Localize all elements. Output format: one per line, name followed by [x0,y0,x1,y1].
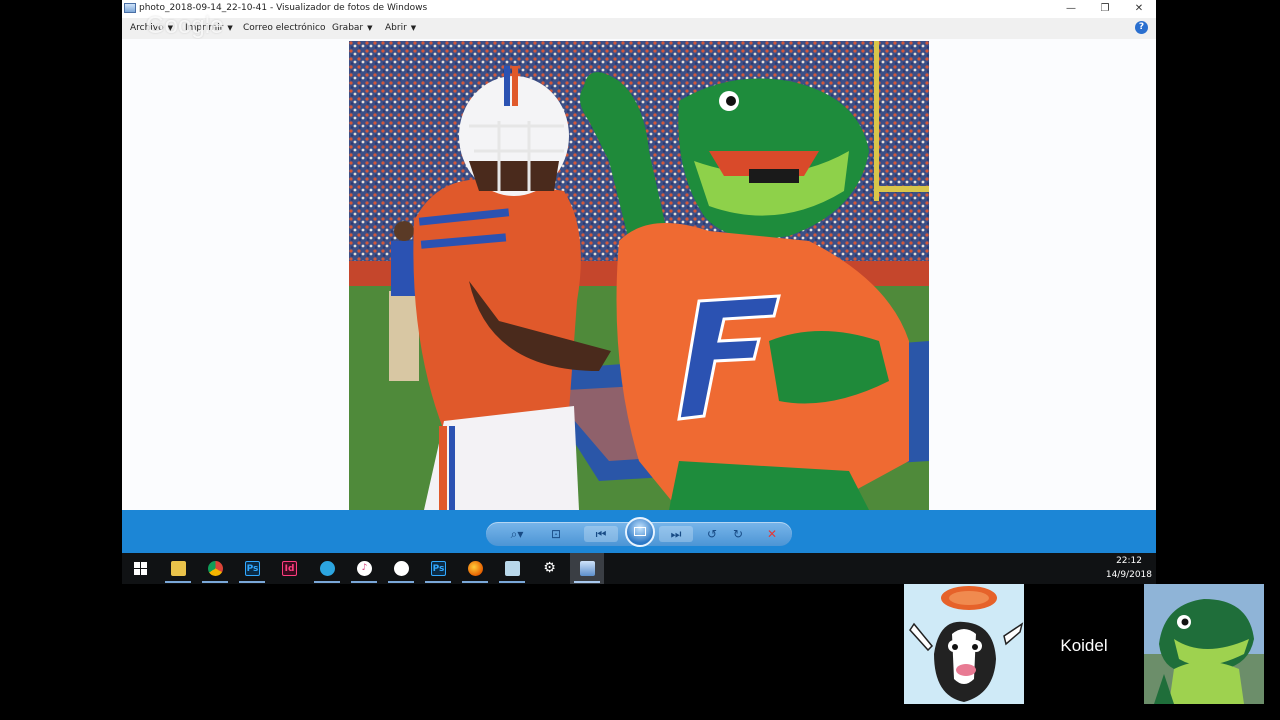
indesign-icon: Id [282,561,297,576]
menu-label: Grabar [332,23,364,33]
actual-size-icon[interactable]: ⊡ [546,526,566,542]
taskbar: Ps Id ♪ Ps ⚙ 22:12 14/9/2018 [122,553,1156,584]
running-indicator [239,581,265,583]
slideshow-button[interactable] [625,517,655,547]
taskbar-firefox[interactable] [458,553,492,584]
menu-correo[interactable]: Correo electrónico [243,23,325,33]
zoom-icon[interactable]: ⌕▾ [504,526,530,542]
itunes-icon: ♪ [357,561,372,576]
taskbar-telegram[interactable] [310,553,344,584]
cartoon-skunk-illustration [904,584,1024,704]
rotate-right-icon[interactable]: ↻ [728,526,748,542]
photo-viewer-icon [580,561,595,576]
taskbar-file-explorer[interactable] [161,553,195,584]
taskbar-app[interactable] [384,553,418,584]
running-indicator [314,581,340,583]
chevron-down-icon: ▼ [367,24,373,32]
displayed-photo [349,41,929,510]
control-pill: ⌕▾ ⊡ ⏮ ⏭ ↺ ↻ ✕ [486,517,792,547]
windows-logo-icon [134,562,147,575]
previous-button[interactable]: ⏮ [584,526,618,542]
viewer-control-bar: ⌕▾ ⊡ ⏮ ⏭ ↺ ↻ ✕ [122,510,1156,553]
menu-label: Correo electrónico [243,23,326,33]
telegram-icon [320,561,335,576]
running-indicator [462,581,488,583]
minimize-button[interactable]: — [1054,0,1088,18]
menu-abrir[interactable]: Abrir ▼ [385,23,416,33]
menu-label: Abrir [385,23,407,33]
taskbar-itunes[interactable]: ♪ [347,553,381,584]
streamer-avatar-cartoon [904,584,1024,704]
taskbar-photoshop[interactable]: Ps [235,553,269,584]
google-watermark: Google [146,12,224,39]
chrome-icon [208,561,223,576]
notepad-icon [505,561,520,576]
running-indicator [202,581,228,583]
help-icon[interactable]: ? [1135,21,1148,34]
slideshow-icon [634,527,646,536]
photo-viewer-app-icon [124,3,136,13]
start-button[interactable] [123,553,157,584]
running-indicator [499,581,525,583]
taskbar-photo-viewer[interactable] [570,553,604,584]
delete-icon[interactable]: ✕ [762,526,782,542]
next-button[interactable]: ⏭ [659,526,693,542]
photoshop-icon-2: Ps [431,561,446,576]
menu-bar: Archivo ▼ Imprimir ▼ Correo electrónico Gr… [122,12,1156,40]
webcam-feed [1144,584,1264,704]
taskbar-settings[interactable]: ⚙ [532,553,566,584]
settings-icon: ⚙ [543,560,556,576]
title-bar: photo_2018-09-14_22-10-41 - Visualizador… [122,0,1156,18]
gator-costume-illustration [1144,584,1264,704]
taskbar-photoshop-2[interactable]: Ps [421,553,455,584]
taskbar-chrome[interactable] [198,553,232,584]
file-explorer-icon [171,561,186,576]
image-viewport [122,39,1156,510]
streamer-name: Koidel [1060,636,1108,655]
running-indicator [574,581,600,583]
taskbar-notepad[interactable] [495,553,529,584]
photo-illustration [349,41,929,510]
clock-date[interactable]: 14/9/2018 [1106,570,1152,580]
chevron-down-icon: ▼ [410,24,417,32]
restore-button[interactable]: ❐ [1088,0,1122,18]
chevron-down-icon: ▼ [227,24,233,32]
photoshop-icon: Ps [245,561,260,576]
photo-viewer-window: photo_2018-09-14_22-10-41 - Visualizador… [122,0,1156,553]
running-indicator [351,581,377,583]
running-indicator [388,581,414,583]
running-indicator [425,581,451,583]
menu-grabar[interactable]: Grabar ▼ [332,23,373,33]
app-icon [394,561,409,576]
running-indicator [165,581,191,583]
taskbar-indesign[interactable]: Id [272,553,306,584]
firefox-icon [468,561,483,576]
rotate-left-icon[interactable]: ↺ [702,526,722,542]
clock-time[interactable]: 22:12 [1116,556,1142,566]
close-button[interactable]: ✕ [1122,0,1156,18]
